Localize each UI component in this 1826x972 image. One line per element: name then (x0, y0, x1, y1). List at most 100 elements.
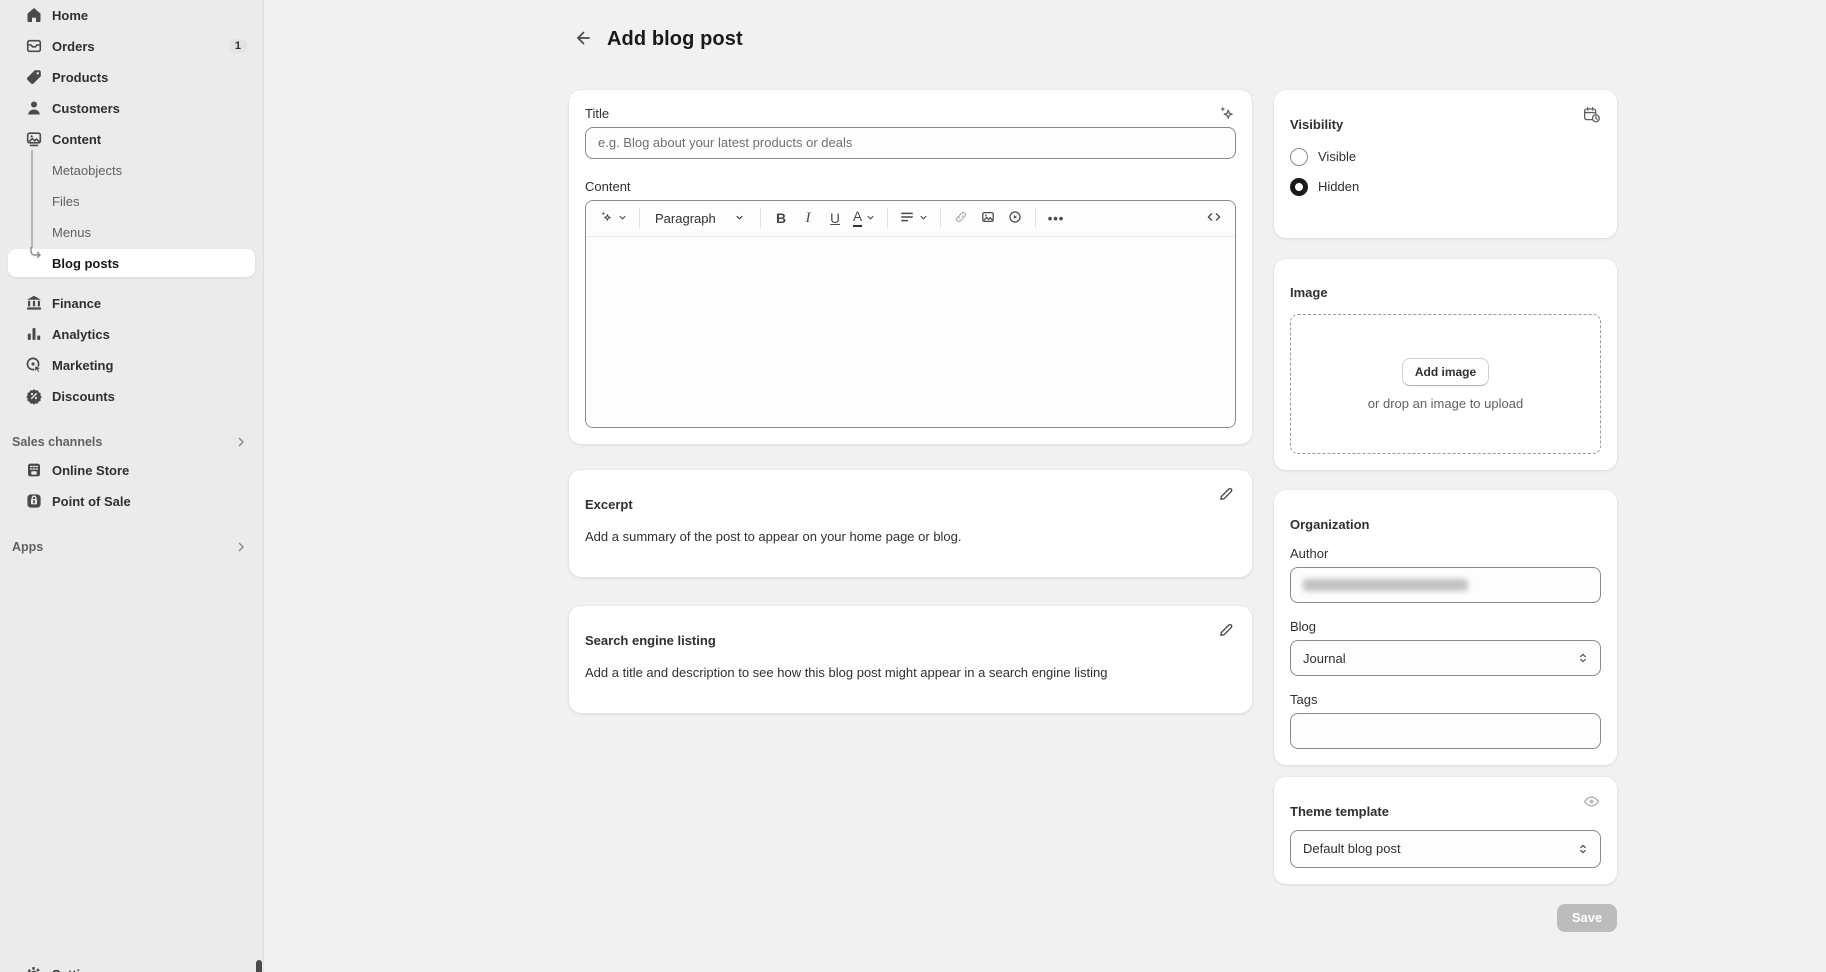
storefront-icon (24, 460, 44, 480)
chevron-down-icon (734, 211, 745, 226)
chevron-down-icon (918, 211, 929, 226)
image-dropzone[interactable]: Add image or drop an image to upload (1290, 314, 1601, 454)
underline-button[interactable]: U (822, 205, 848, 231)
home-icon (24, 5, 44, 25)
sales-channels-header[interactable]: Sales channels (0, 428, 263, 456)
code-icon (1206, 209, 1222, 228)
select-chevrons-icon (1576, 842, 1590, 856)
sidebar-item-discounts[interactable]: Discounts (8, 382, 255, 410)
seo-card: Search engine listing Add a title and de… (569, 606, 1252, 713)
sidebar-item-settings[interactable]: Settings (8, 960, 255, 972)
orders-icon (24, 36, 44, 56)
drop-hint-text: or drop an image to upload (1368, 396, 1523, 411)
page-header: Add blog post (569, 0, 1617, 90)
chevron-down-icon (617, 211, 628, 226)
preview-template-button[interactable] (1577, 789, 1605, 817)
author-input[interactable] (1290, 567, 1601, 603)
insert-link-button[interactable] (948, 205, 974, 231)
editor-toolbar: Paragraph B I U A (586, 201, 1235, 237)
radio-unchecked[interactable] (1290, 148, 1308, 166)
sidebar-item-label: Point of Sale (52, 494, 131, 509)
sidebar-item-marketing[interactable]: Marketing (8, 351, 255, 379)
schedule-visibility-button[interactable] (1577, 102, 1605, 130)
apps-header[interactable]: Apps (0, 533, 263, 561)
toolbar-divider (639, 208, 640, 228)
tag-icon (24, 67, 44, 87)
edit-excerpt-button[interactable] (1212, 482, 1240, 510)
sidebar-item-files[interactable]: Files (8, 187, 255, 215)
author-field-group: Author (1290, 546, 1601, 603)
rich-text-editor: Paragraph B I U A (585, 200, 1236, 428)
blog-field-group: Blog Journal (1290, 619, 1601, 676)
sidebar-item-products[interactable]: Products (8, 63, 255, 91)
chevron-right-icon (233, 434, 249, 450)
visibility-option-hidden[interactable]: Hidden (1290, 178, 1601, 196)
magic-write-button[interactable] (1212, 102, 1240, 130)
organization-card: Organization Author Blog Journal (1274, 490, 1617, 765)
sidebar-item-label: Home (52, 8, 88, 23)
sidebar-item-point-of-sale[interactable]: Point of Sale (8, 487, 255, 515)
content-image-icon (24, 129, 44, 149)
toolbar-divider (887, 208, 888, 228)
tree-branch-arrow-icon (25, 247, 43, 266)
insert-image-button[interactable] (975, 205, 1001, 231)
blog-select[interactable]: Journal (1290, 640, 1601, 676)
tags-input[interactable] (1290, 713, 1601, 749)
save-button[interactable]: Save (1557, 904, 1617, 932)
visibility-option-visible[interactable]: Visible (1290, 148, 1601, 166)
text-color-button[interactable]: A (849, 205, 880, 231)
italic-button[interactable]: I (795, 205, 821, 231)
theme-template-card: Theme template Default blog post (1274, 777, 1617, 884)
sidebar-item-customers[interactable]: Customers (8, 94, 255, 122)
radio-checked[interactable] (1290, 178, 1308, 196)
sidebar-item-blog-posts[interactable]: Blog posts (8, 249, 255, 277)
insert-video-button[interactable] (1002, 205, 1028, 231)
radio-label: Visible (1318, 149, 1356, 164)
code-view-button[interactable] (1201, 205, 1227, 231)
main-area: Add blog post Title Content (264, 0, 1826, 972)
redacted-author-value (1303, 579, 1468, 591)
toolbar-divider (760, 208, 761, 228)
theme-template-select[interactable]: Default blog post (1290, 830, 1601, 868)
title-input[interactable] (585, 127, 1236, 159)
paragraph-style-dropdown[interactable]: Paragraph (647, 205, 753, 231)
sidebar-item-label: Orders (52, 39, 95, 54)
sidebar-item-label: Marketing (52, 358, 113, 373)
excerpt-heading: Excerpt (585, 497, 1236, 512)
apps-label: Apps (12, 540, 43, 554)
sidebar-item-analytics[interactable]: Analytics (8, 320, 255, 348)
visibility-options: Visible Hidden (1290, 148, 1601, 222)
image-card: Image Add image or drop an image to uplo… (1274, 259, 1617, 471)
play-circle-icon (1007, 209, 1023, 228)
edit-seo-button[interactable] (1212, 618, 1240, 646)
sidebar-item-label: Analytics (52, 327, 110, 342)
sidebar-item-home[interactable]: Home (8, 1, 255, 29)
ai-assist-button[interactable] (594, 205, 632, 231)
sidebar-item-orders[interactable]: Orders 1 (8, 32, 255, 60)
sidebar-item-label: Online Store (52, 463, 129, 478)
back-button[interactable] (569, 26, 597, 54)
sidebar-item-menus[interactable]: Menus (8, 218, 255, 246)
person-icon (24, 98, 44, 118)
left-column: Title Content (569, 90, 1252, 713)
bar-chart-icon (24, 324, 44, 344)
sidebar-scrollbar-thumb[interactable] (256, 960, 262, 972)
calendar-clock-icon (1582, 105, 1601, 127)
more-formatting-button[interactable]: ••• (1043, 205, 1069, 231)
content-editor-area[interactable] (586, 237, 1235, 427)
blog-select-value: Journal (1303, 651, 1346, 666)
toolbar-divider (940, 208, 941, 228)
sidebar-item-online-store[interactable]: Online Store (8, 456, 255, 484)
sidebar-item-label: Content (52, 132, 101, 147)
add-image-button[interactable]: Add image (1402, 358, 1489, 386)
sidebar-item-finance[interactable]: Finance (8, 289, 255, 317)
sidebar-item-metaobjects[interactable]: Metaobjects (8, 156, 255, 184)
sidebar-item-content[interactable]: Content (8, 125, 255, 153)
content-tree-line (31, 150, 33, 248)
sparkles-icon (598, 209, 614, 228)
theme-template-heading: Theme template (1290, 804, 1601, 819)
arrow-left-icon (573, 28, 593, 51)
alignment-button[interactable] (895, 205, 933, 231)
bold-button[interactable]: B (768, 205, 794, 231)
image-heading: Image (1290, 285, 1601, 300)
